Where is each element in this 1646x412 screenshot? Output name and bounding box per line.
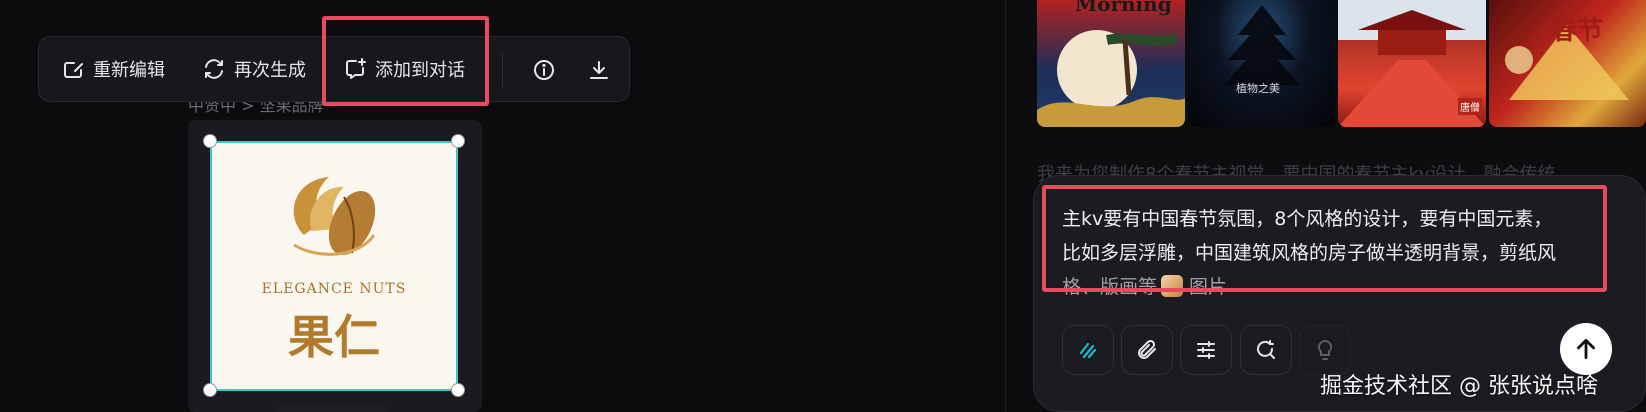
resize-handle-tr[interactable] (451, 134, 465, 148)
gallery-thumb-3[interactable]: 唐僧 (1338, 0, 1486, 127)
toolbar-separator (502, 53, 503, 87)
pen-squiggle-icon (1079, 342, 1097, 359)
info-button[interactable] (531, 57, 557, 83)
paperclip-icon (1138, 339, 1156, 359)
draw-mode-button[interactable] (1062, 325, 1114, 375)
deep-search-button[interactable] (1240, 325, 1292, 375)
search-refresh-icon (1257, 340, 1275, 359)
regenerate-button[interactable]: 再次生成 (202, 37, 306, 101)
thumb-1-label: Morning (1075, 0, 1172, 16)
download-button[interactable] (586, 57, 612, 83)
reedit-label: 重新编辑 (93, 60, 165, 81)
download-icon (590, 61, 608, 79)
sliders-icon (1197, 341, 1215, 359)
generated-image[interactable]: ELEGANCE NUTS 果仁 (210, 141, 458, 391)
settings-button[interactable] (1180, 325, 1232, 375)
pine-moon-art-icon (1037, 30, 1185, 127)
resize-handle-br[interactable] (451, 383, 465, 397)
info-icon (534, 60, 554, 80)
image-caption-chip (277, 402, 387, 412)
bulb-icon (1317, 339, 1333, 360)
thumb-4-label: 春节 (1551, 16, 1604, 46)
arrow-up-icon (1577, 338, 1595, 360)
watermark: 掘金技术社区 @ 张张说点啥 (1320, 374, 1598, 399)
almond-logo-icon (293, 177, 376, 256)
attach-button[interactable] (1121, 325, 1173, 375)
gallery-thumb-4[interactable]: 春节 (1489, 0, 1646, 127)
thumb-3-label: 唐僧 (1458, 98, 1482, 115)
logo-brand-en: ELEGANCE NUTS (261, 281, 407, 297)
resize-handle-bl[interactable] (203, 383, 217, 397)
highlight-box-add-to-chat (322, 16, 489, 106)
gallery-thumb-1[interactable]: Morning (1037, 0, 1185, 127)
refresh-icon (205, 59, 223, 79)
tree-silhouette-icon (1224, 5, 1300, 85)
highlight-box-prompt (1042, 185, 1607, 292)
resize-handle-tl[interactable] (203, 134, 217, 148)
pane-divider (1005, 0, 1006, 412)
logo-brand-cn: 果仁 (288, 310, 380, 364)
gallery-thumb-2[interactable]: 植物之美 (1188, 0, 1336, 127)
reedit-button[interactable]: 重新编辑 (61, 37, 165, 101)
edit-icon (64, 62, 83, 78)
thumb-2-label: 植物之美 (1236, 82, 1280, 95)
regenerate-label: 再次生成 (234, 60, 306, 81)
